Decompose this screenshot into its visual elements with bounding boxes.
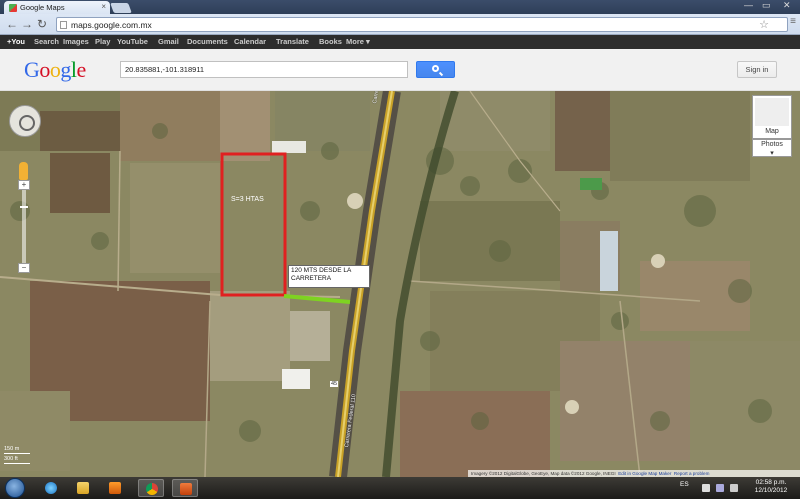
taskbar-app[interactable] bbox=[38, 479, 64, 497]
clock-time: 02:58 p.m. bbox=[755, 479, 787, 486]
chevron-down-icon: ▾ bbox=[770, 150, 774, 157]
map-thumbnail bbox=[755, 98, 789, 126]
gbar-link-books[interactable]: Books bbox=[319, 37, 342, 46]
windows-taskbar: ES 02:58 p.m. 12/10/2012 bbox=[0, 477, 800, 499]
page-icon bbox=[60, 21, 67, 29]
logo-letter: e bbox=[76, 57, 87, 82]
attribution-text: Imagery ©2012 DigitalGlobe, GeoEye, Map … bbox=[471, 471, 616, 476]
gbar-link-translate[interactable]: Translate bbox=[276, 37, 309, 46]
gbar-link-more[interactable]: More ▾ bbox=[346, 37, 370, 46]
zoom-out-button[interactable]: − bbox=[18, 263, 30, 273]
highway-shield: 45 bbox=[330, 381, 339, 387]
pan-control[interactable] bbox=[9, 105, 41, 137]
new-tab-button[interactable] bbox=[110, 3, 132, 13]
language-indicator[interactable]: ES bbox=[680, 481, 689, 488]
gbar-link-images[interactable]: Images bbox=[63, 37, 89, 46]
report-problem-link[interactable]: Report a problem bbox=[674, 471, 710, 476]
satellite-map[interactable]: Carretera Federal 110 Carretera Federal … bbox=[0, 91, 800, 477]
map-type-label: Map bbox=[765, 128, 779, 135]
browser-menu-icon[interactable]: ≡ bbox=[790, 16, 796, 27]
network-icon[interactable] bbox=[716, 484, 724, 492]
address-url: maps.google.com.mx bbox=[71, 20, 152, 30]
show-hidden-icons-icon[interactable] bbox=[702, 484, 710, 492]
maps-search-input[interactable]: 20.835881,-101.318911 bbox=[120, 61, 408, 78]
tab-title: Google Maps bbox=[20, 3, 65, 12]
taskbar-app[interactable] bbox=[172, 479, 198, 497]
close-window-icon[interactable]: ✕ bbox=[783, 0, 791, 11]
logo-letter: g bbox=[60, 57, 71, 82]
minimize-window-icon[interactable]: — bbox=[744, 0, 753, 10]
volume-icon[interactable] bbox=[730, 484, 738, 492]
photos-button[interactable]: Photos ▾ bbox=[752, 139, 792, 157]
scale-metric: 150 m bbox=[4, 446, 20, 452]
map-attribution: Imagery ©2012 DigitalGlobe, GeoEye, Map … bbox=[468, 470, 800, 477]
distance-label-line: CARRETERA bbox=[291, 275, 332, 282]
google-bar: +You Search Images Play YouTube Gmail Do… bbox=[0, 35, 800, 49]
scale-imperial: 300 ft bbox=[4, 456, 18, 462]
distance-label: 120 MTS DESDE LA CARRETERA bbox=[288, 265, 370, 288]
parcel-area-label: S=3 HTAS bbox=[231, 196, 264, 203]
edit-in-map-maker-link[interactable]: Edit in Google Map Maker bbox=[618, 471, 671, 476]
map-scale: 150 m 300 ft bbox=[4, 446, 32, 466]
taskbar-app[interactable] bbox=[70, 479, 96, 497]
scale-bar bbox=[4, 453, 30, 454]
reload-button[interactable]: ↻ bbox=[37, 17, 47, 31]
tab-google-maps[interactable]: Google Maps × bbox=[4, 1, 110, 14]
media-player-icon bbox=[109, 482, 121, 494]
ie-icon bbox=[45, 482, 57, 494]
gbar-link-play[interactable]: Play bbox=[95, 37, 110, 46]
zoom-level-handle[interactable] bbox=[20, 206, 28, 208]
gbar-link-gmail[interactable]: Gmail bbox=[158, 37, 179, 46]
taskbar-app[interactable] bbox=[138, 479, 164, 497]
tab-strip: Google Maps × — ▭ ✕ bbox=[0, 0, 800, 14]
clock-date: 12/10/2012 bbox=[754, 487, 788, 494]
tab-close-icon[interactable]: × bbox=[101, 2, 106, 11]
chrome-icon bbox=[146, 483, 158, 495]
scale-bar bbox=[4, 463, 30, 464]
search-icon bbox=[432, 65, 439, 72]
distance-label-line: 120 MTS DESDE LA bbox=[291, 267, 352, 274]
gbar-link-documents[interactable]: Documents bbox=[187, 37, 228, 46]
logo-letter: o bbox=[39, 57, 50, 82]
search-button[interactable] bbox=[416, 61, 455, 78]
back-button[interactable]: ← bbox=[6, 17, 18, 31]
maximize-window-icon[interactable]: ▭ bbox=[762, 0, 771, 11]
start-button[interactable] bbox=[5, 478, 25, 498]
address-bar[interactable]: maps.google.com.mx ☆ bbox=[56, 17, 788, 32]
sign-in-button[interactable]: Sign in bbox=[737, 61, 777, 78]
zoom-slider[interactable] bbox=[22, 187, 26, 265]
satellite-imagery bbox=[0, 91, 800, 477]
taskbar-app[interactable] bbox=[102, 479, 128, 497]
map-type-button[interactable]: Map bbox=[752, 95, 792, 139]
google-logo[interactable]: Google bbox=[24, 57, 86, 83]
browser-toolbar: ← → ↻ maps.google.com.mx ☆ ≡ bbox=[0, 14, 800, 35]
gbar-link-youtube[interactable]: YouTube bbox=[117, 37, 148, 46]
forward-button[interactable]: → bbox=[21, 17, 33, 31]
photos-label: Photos bbox=[761, 141, 783, 148]
logo-letter: G bbox=[24, 57, 40, 82]
bookmark-star-icon[interactable]: ☆ bbox=[759, 18, 769, 31]
powerpoint-icon bbox=[180, 483, 192, 495]
street-view-pegman-icon[interactable] bbox=[19, 162, 28, 180]
gbar-link-you[interactable]: +You bbox=[7, 37, 25, 46]
taskbar-clock[interactable]: 02:58 p.m. 12/10/2012 bbox=[750, 479, 792, 495]
google-maps-favicon-icon bbox=[9, 4, 17, 12]
logo-letter: o bbox=[49, 57, 61, 82]
maps-search-row: Google 20.835881,-101.318911 Sign in bbox=[0, 49, 800, 91]
explorer-icon bbox=[77, 482, 89, 494]
gbar-link-calendar[interactable]: Calendar bbox=[234, 37, 266, 46]
zoom-in-button[interactable]: + bbox=[18, 180, 30, 190]
gbar-link-search[interactable]: Search bbox=[34, 37, 59, 46]
